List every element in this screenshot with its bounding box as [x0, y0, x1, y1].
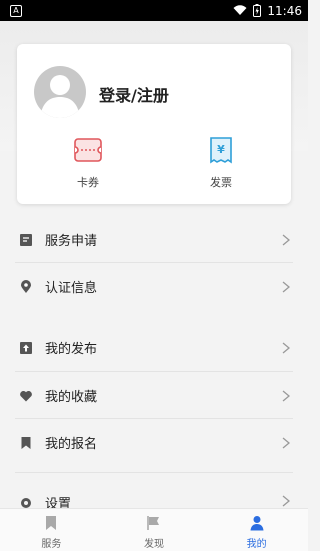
coupon-label: 卡券 [77, 176, 99, 189]
heart-icon [20, 390, 32, 401]
menu-item-service-apply[interactable]: 服务申请 [0, 216, 308, 263]
bottom-tab-bar: 服务 发现 我的 [0, 508, 308, 551]
chevron-right-icon [282, 390, 290, 401]
bookmark-icon [46, 516, 57, 530]
person-icon [250, 516, 264, 531]
menu-item-label: 设置 [45, 497, 72, 508]
status-time: 11:46 [267, 3, 302, 18]
tab-label: 发现 [144, 539, 164, 550]
chevron-right-icon [282, 495, 290, 507]
default-avatar-icon [40, 75, 80, 118]
upload-icon [20, 341, 32, 354]
tab-service[interactable]: 服务 [0, 509, 103, 551]
menu-item-favorites[interactable]: 我的收藏 [0, 372, 308, 419]
tab-discover[interactable]: 发现 [103, 509, 206, 551]
menu-item-label: 我的发布 [45, 342, 98, 357]
status-bar: A 11:46 [0, 0, 308, 21]
invoice-icon: ¥ [210, 137, 232, 164]
chevron-right-icon [282, 342, 290, 353]
menu-item-my-posts[interactable]: 我的发布 [0, 324, 308, 371]
tab-mine[interactable]: 我的 [205, 509, 308, 551]
menu-item-label: 我的收藏 [45, 390, 98, 405]
chevron-right-icon [282, 234, 290, 245]
chevron-right-icon [282, 281, 290, 292]
menu-item-label: 我的报名 [45, 437, 98, 452]
gear-icon [21, 498, 31, 508]
login-register-link[interactable]: 登录/注册 [99, 82, 169, 106]
menu-item-label: 认证信息 [45, 281, 98, 296]
flag-icon [147, 516, 159, 530]
menu-item-certification[interactable]: 认证信息 [0, 263, 308, 310]
document-icon [20, 233, 32, 246]
profile-card: 登录/注册 卡券 ¥ 发票 [17, 44, 291, 204]
tab-label: 服务 [41, 539, 62, 550]
invoice-button[interactable]: ¥ 发票 [191, 136, 251, 190]
invoice-label: 发票 [210, 176, 232, 189]
menu-item-settings[interactable]: 设置 [0, 480, 308, 508]
wifi-icon [233, 5, 247, 15]
app-notification-icon: A [10, 4, 22, 17]
svg-text:¥: ¥ [217, 143, 225, 156]
coupon-icon [74, 138, 102, 162]
battery-icon [253, 4, 262, 17]
divider [15, 472, 293, 473]
menu-item-label: 服务申请 [45, 234, 98, 249]
location-pin-icon [21, 279, 31, 293]
menu-item-registrations[interactable]: 我的报名 [0, 419, 308, 466]
coupon-button[interactable]: 卡券 [58, 136, 118, 190]
tab-label: 我的 [246, 539, 267, 550]
avatar[interactable] [34, 66, 86, 118]
chevron-right-icon [282, 437, 290, 448]
bookmark-icon [21, 436, 31, 449]
